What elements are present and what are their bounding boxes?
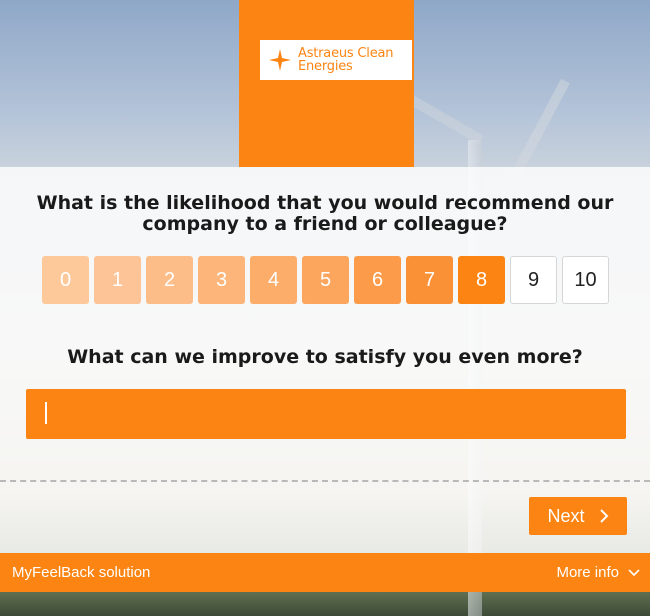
footer-bar: MyFeelBack solution More info — [0, 553, 650, 592]
nps-option-label: 2 — [163, 268, 176, 291]
brand-name: Astraeus Clean Energies — [298, 47, 394, 74]
nps-option-label: 9 — [527, 268, 540, 291]
next-button-label: Next — [547, 505, 585, 526]
nps-option-label: 1 — [111, 268, 124, 291]
improve-question: What can we improve to satisfy you even … — [67, 346, 583, 368]
nps-option-label: 5 — [319, 268, 332, 291]
brand-name-line2: Energies — [298, 59, 353, 74]
nps-scale: 0 1 2 3 4 5 6 7 8 9 10 — [42, 256, 609, 304]
text-caret — [45, 402, 47, 424]
nps-option-0[interactable]: 0 — [42, 256, 89, 304]
nps-option-label: 0 — [59, 268, 72, 291]
nps-option-2[interactable]: 2 — [146, 256, 193, 304]
nps-option-7[interactable]: 7 — [406, 256, 453, 304]
nps-question: What is the likelihood that you would re… — [36, 192, 614, 235]
solution-label: MyFeelBack solution — [12, 564, 151, 581]
more-info-label: More info — [556, 564, 619, 581]
more-info-toggle[interactable]: More info — [556, 564, 640, 581]
dashed-divider — [0, 480, 650, 482]
nps-option-label: 6 — [371, 268, 384, 291]
nps-option-3[interactable]: 3 — [198, 256, 245, 304]
nps-option-label: 10 — [574, 268, 597, 291]
nps-option-6[interactable]: 6 — [354, 256, 401, 304]
nps-option-10[interactable]: 10 — [562, 256, 609, 304]
chevron-down-icon — [628, 568, 640, 576]
nps-option-8[interactable]: 8 — [458, 256, 505, 304]
brand-logo: Astraeus Clean Energies — [260, 40, 412, 80]
star-icon — [269, 49, 291, 71]
nps-option-label: 4 — [267, 268, 280, 291]
next-button[interactable]: Next — [529, 497, 627, 535]
chevron-right-icon — [599, 509, 608, 523]
nps-option-label: 7 — [423, 268, 436, 291]
nps-option-5[interactable]: 5 — [302, 256, 349, 304]
logo-panel — [239, 0, 414, 167]
nps-option-9[interactable]: 9 — [510, 256, 557, 304]
improve-input[interactable] — [26, 389, 626, 439]
nps-option-1[interactable]: 1 — [94, 256, 141, 304]
nps-option-label: 3 — [215, 268, 228, 291]
nps-option-4[interactable]: 4 — [250, 256, 297, 304]
nps-option-label: 8 — [475, 268, 488, 291]
